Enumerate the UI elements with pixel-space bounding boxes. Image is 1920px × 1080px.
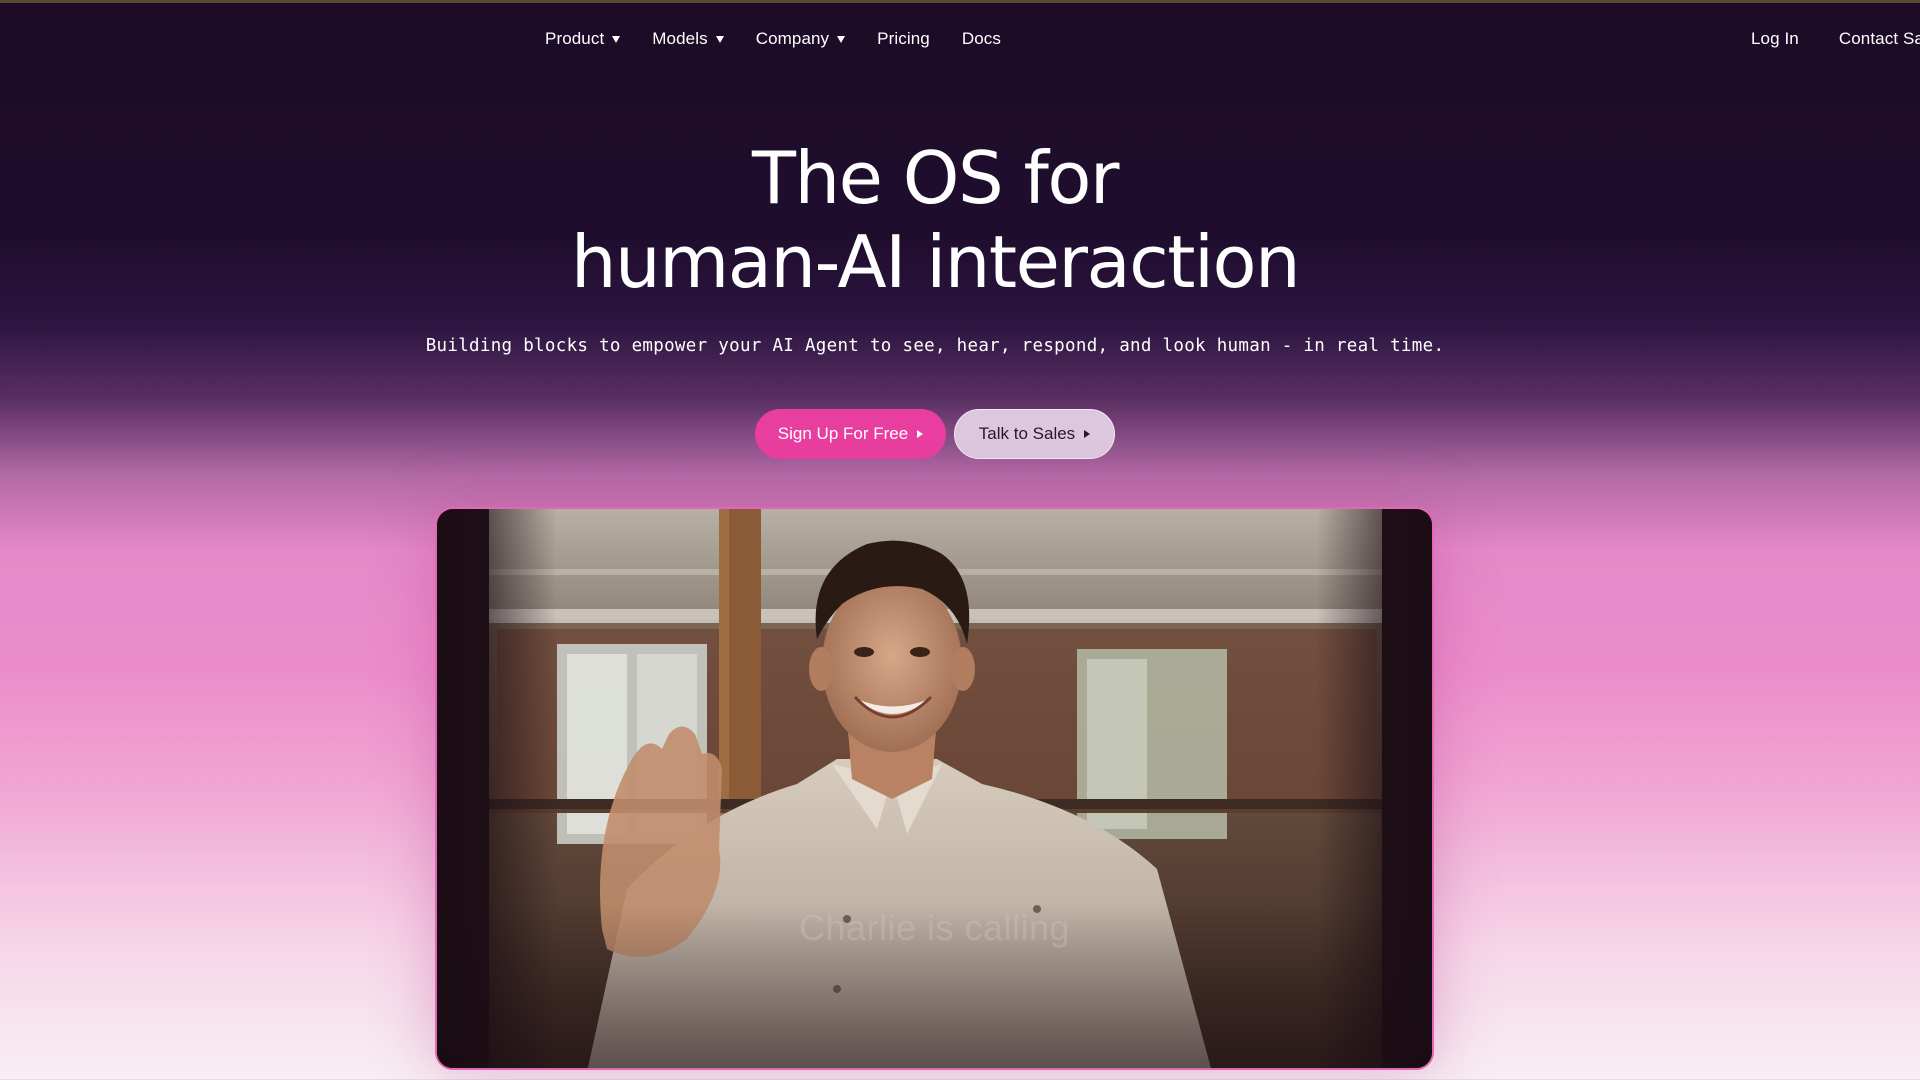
hero-title-line-1: The OS for	[751, 136, 1120, 220]
login-link[interactable]: Log In	[1751, 29, 1799, 49]
video-player[interactable]: Charlie is calling	[435, 507, 1434, 1070]
video-frame-image	[437, 509, 1432, 1068]
hero-subtitle: Building blocks to empower your AI Agent…	[425, 336, 1445, 356]
nav-product-label: Product	[545, 29, 605, 48]
sign-up-button[interactable]: Sign Up For Free	[755, 409, 946, 459]
chevron-down-icon	[837, 35, 846, 43]
nav-product[interactable]: Product	[545, 29, 621, 49]
nav-company[interactable]: Company	[755, 29, 846, 49]
nav-models-label: Models	[652, 29, 708, 48]
talk-to-sales-button-label: Talk to Sales	[978, 424, 1076, 443]
nav-docs-label: Docs	[961, 29, 1001, 48]
hero-title-line-2: human-AI interaction	[570, 220, 1301, 304]
contact-sales-link[interactable]: Contact Sales	[1839, 29, 1920, 49]
top-accent-line	[0, 0, 1920, 3]
nav-pricing[interactable]: Pricing	[877, 29, 930, 49]
video-caption: Charlie is calling	[798, 907, 1071, 948]
play-arrow-icon	[1084, 430, 1091, 438]
chevron-down-icon	[715, 35, 724, 43]
nav-pricing-label: Pricing	[877, 29, 930, 48]
chevron-down-icon	[612, 35, 621, 43]
nav-models[interactable]: Models	[652, 29, 724, 49]
sign-up-button-label: Sign Up For Free	[777, 424, 909, 443]
nav-company-label: Company	[755, 29, 830, 48]
nav-docs[interactable]: Docs	[962, 29, 1001, 49]
hero-title: The OS for human-AI interaction	[0, 136, 1870, 304]
talk-to-sales-button[interactable]: Talk to Sales	[954, 409, 1115, 459]
nav-right: Log In Contact Sales	[1751, 26, 1920, 52]
main-nav: Product Models Company Pricing Docs	[545, 26, 1033, 52]
play-arrow-icon	[917, 430, 924, 438]
